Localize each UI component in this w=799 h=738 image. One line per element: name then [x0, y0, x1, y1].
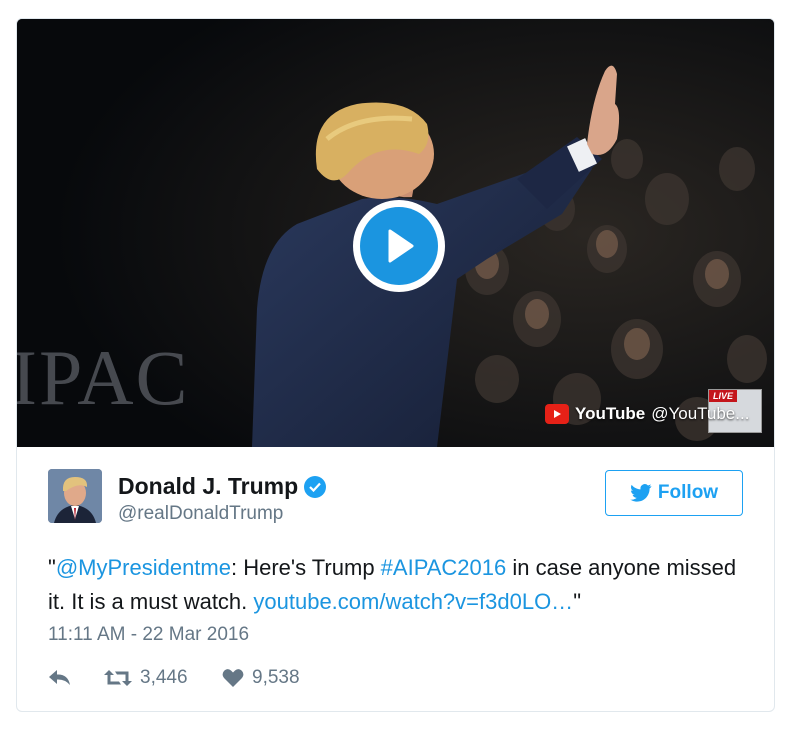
- author-handle: @realDonaldTrump: [118, 503, 284, 524]
- tweet-card: IPAC LIVE YouTube @YouTube... Donald J. …: [16, 18, 775, 712]
- quote-close: ": [573, 589, 581, 614]
- avatar[interactable]: [48, 469, 102, 523]
- play-icon: [360, 207, 438, 285]
- twitter-bird-icon: [630, 484, 652, 502]
- heart-icon: [222, 669, 244, 687]
- tweet-timestamp[interactable]: 11:11 AM - 22 Mar 2016: [48, 624, 249, 646]
- mention-link[interactable]: @MyPresidentme: [56, 555, 231, 580]
- reply-button[interactable]: [48, 669, 104, 687]
- like-count: 9,538: [252, 667, 300, 688]
- background-signage: IPAC: [17, 334, 190, 421]
- author-info[interactable]: Donald J. Trump @realDonaldTrump: [118, 473, 327, 525]
- youtube-logo-icon: [545, 404, 569, 424]
- author-name: Donald J. Trump: [118, 473, 299, 499]
- verified-badge-icon: [304, 475, 327, 498]
- retweet-button[interactable]: 3,446: [104, 667, 222, 689]
- tweet-actions: 3,446 9,538: [48, 666, 300, 690]
- play-button[interactable]: [353, 200, 445, 292]
- retweet-count: 3,446: [140, 667, 188, 688]
- tweet-text: "@MyPresidentme: Here's Trump #AIPAC2016…: [48, 551, 748, 619]
- youtube-handle: @YouTube...: [651, 404, 750, 423]
- retweet-icon: [104, 670, 132, 686]
- youtube-label: YouTube: [575, 404, 646, 423]
- hashtag-link[interactable]: #AIPAC2016: [381, 555, 507, 580]
- reply-icon: [49, 670, 70, 685]
- live-tag: LIVE: [709, 390, 738, 402]
- url-link[interactable]: youtube.com/watch?v=f3d0LO…: [253, 589, 573, 614]
- like-button[interactable]: 9,538: [222, 667, 300, 689]
- video-player[interactable]: IPAC LIVE YouTube @YouTube...: [17, 19, 774, 447]
- quote-open: ": [48, 555, 56, 580]
- tweet-text-part-1: : Here's Trump: [230, 555, 381, 580]
- youtube-attribution[interactable]: YouTube @YouTube...: [545, 403, 749, 425]
- follow-label: Follow: [657, 482, 719, 503]
- follow-button[interactable]: Follow: [605, 470, 743, 516]
